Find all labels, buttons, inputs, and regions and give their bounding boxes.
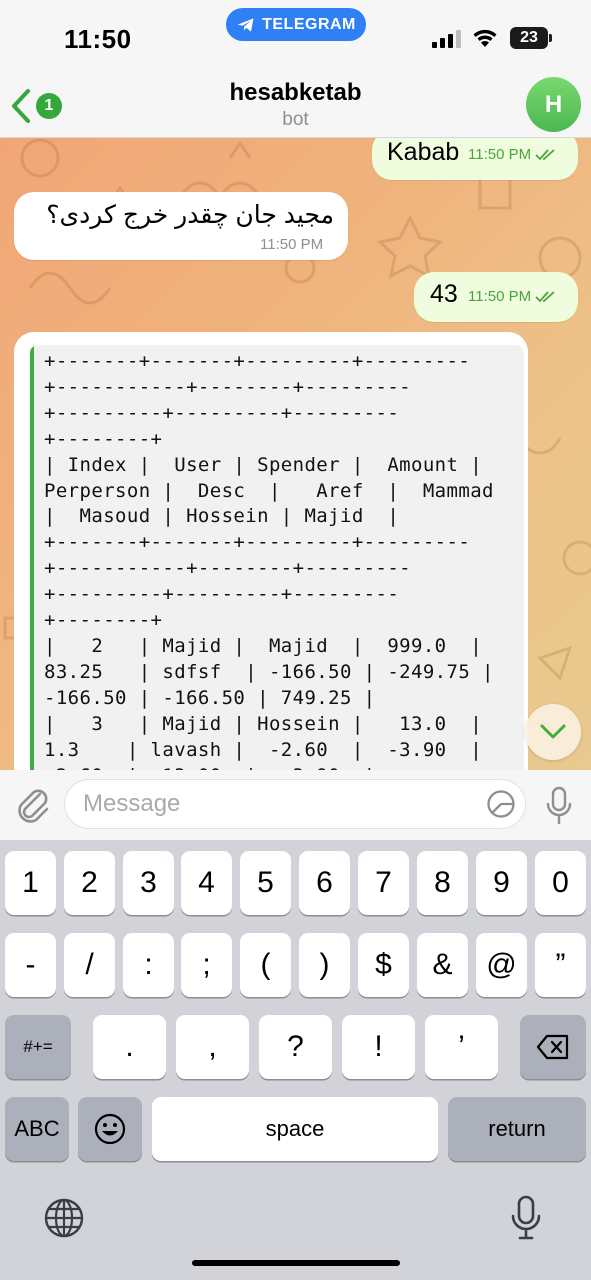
message-field[interactable]: [64, 779, 526, 829]
code-table-text: +-------+-------+---------+--------- +--…: [44, 350, 494, 770]
return-pill-label: TELEGRAM: [262, 15, 356, 33]
message-text: مجید جان چقدر خرج کردی؟: [46, 201, 334, 229]
message-meta: 11:50 PM: [468, 288, 557, 305]
key-3[interactable]: 3: [123, 851, 174, 915]
incoming-message[interactable]: مجید جان چقدر خرج کردی؟ 11:50 PM: [14, 192, 348, 260]
delete-key[interactable]: [520, 1015, 586, 1079]
paperclip-icon[interactable]: [14, 784, 52, 824]
key-hyphen[interactable]: -: [5, 933, 56, 997]
key-4[interactable]: 4: [181, 851, 232, 915]
keyboard: 1 2 3 4 5 6 7 8 9 0 - / : ; ( ) $ & @ ” …: [0, 840, 591, 1280]
battery-cap: [549, 34, 552, 42]
key-quote[interactable]: ”: [535, 933, 586, 997]
key-period[interactable]: .: [93, 1015, 166, 1079]
telegram-plane-icon: [237, 17, 254, 32]
backspace-icon: [536, 1034, 569, 1060]
key-dollar[interactable]: $: [358, 933, 409, 997]
key-6[interactable]: 6: [299, 851, 350, 915]
battery-level: 23: [510, 27, 548, 49]
emoji-icon: [94, 1113, 126, 1145]
top-bar: 11:50 TELEGRAM 23 1 hesabketab bot H: [0, 0, 591, 138]
key-more-symbols[interactable]: #+=: [5, 1015, 71, 1079]
key-1[interactable]: 1: [5, 851, 56, 915]
incoming-code-message[interactable]: +-------+-------+---------+--------- +--…: [14, 332, 528, 770]
code-block: +-------+-------+---------+--------- +--…: [30, 345, 524, 770]
message-text: Kabab: [387, 138, 460, 166]
key-8[interactable]: 8: [417, 851, 468, 915]
key-apostrophe[interactable]: ’: [425, 1015, 498, 1079]
key-semicolon[interactable]: ;: [181, 933, 232, 997]
emoji-key[interactable]: [78, 1097, 142, 1161]
status-time: 11:50: [64, 24, 132, 54]
outgoing-message[interactable]: Kabab 11:50 PM: [372, 138, 578, 180]
microphone-icon[interactable]: [545, 786, 573, 826]
message-meta: 11:50 PM: [468, 146, 557, 163]
read-check-icon: [535, 290, 555, 302]
wifi-icon: [473, 29, 497, 47]
key-slash[interactable]: /: [64, 933, 115, 997]
key-9[interactable]: 9: [476, 851, 527, 915]
read-check-icon: [535, 148, 555, 160]
home-indicator: [192, 1260, 400, 1266]
chat-title[interactable]: hesabketab: [0, 79, 591, 107]
sticker-icon[interactable]: [486, 789, 516, 819]
chat-area[interactable]: Kabab 11:50 PM مجید جان چقدر خرج کردی؟ 1…: [0, 138, 591, 770]
key-0[interactable]: 0: [535, 851, 586, 915]
chat-subtitle: bot: [282, 109, 309, 130]
key-at[interactable]: @: [476, 933, 527, 997]
message-time: 11:50 PM: [468, 146, 532, 163]
key-colon[interactable]: :: [123, 933, 174, 997]
cellular-signal-icon: [432, 30, 461, 48]
key-close-paren[interactable]: ): [299, 933, 350, 997]
message-time: 11:50 PM: [260, 236, 324, 253]
avatar[interactable]: H: [526, 77, 581, 132]
message-time: 11:50 PM: [468, 288, 532, 305]
return-to-telegram-pill[interactable]: TELEGRAM: [226, 8, 366, 41]
chevron-down-icon: [540, 724, 566, 739]
outgoing-message[interactable]: 43 11:50 PM: [414, 272, 578, 322]
key-5[interactable]: 5: [240, 851, 291, 915]
return-key[interactable]: return: [448, 1097, 586, 1161]
key-open-paren[interactable]: (: [240, 933, 291, 997]
key-abc[interactable]: ABC: [5, 1097, 69, 1161]
message-input[interactable]: [83, 780, 483, 828]
space-key[interactable]: space: [152, 1097, 438, 1161]
dictation-microphone-icon[interactable]: [510, 1194, 542, 1242]
globe-icon[interactable]: [42, 1196, 86, 1240]
key-question[interactable]: ?: [259, 1015, 332, 1079]
message-input-bar: [0, 770, 591, 840]
key-7[interactable]: 7: [358, 851, 409, 915]
message-text: 43: [430, 280, 458, 308]
key-ampersand[interactable]: &: [417, 933, 468, 997]
scroll-to-bottom-button[interactable]: [525, 704, 581, 760]
key-exclamation[interactable]: !: [342, 1015, 415, 1079]
code-accent-bar: [30, 345, 34, 770]
key-2[interactable]: 2: [64, 851, 115, 915]
key-comma[interactable]: ,: [176, 1015, 249, 1079]
